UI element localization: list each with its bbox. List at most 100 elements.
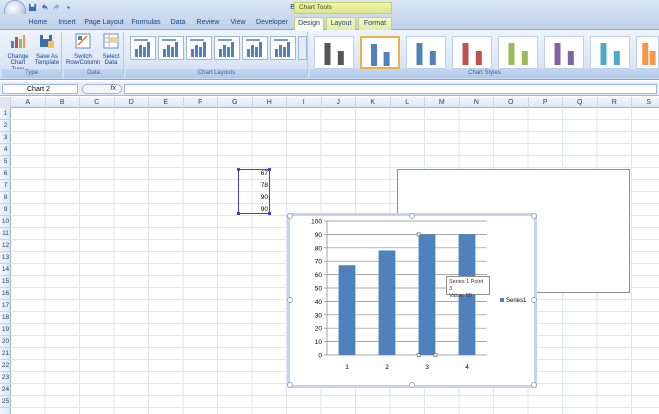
row-header-11[interactable]: 11 bbox=[0, 228, 11, 240]
row-header-25[interactable]: 25 bbox=[0, 396, 11, 408]
row-header-16[interactable]: 16 bbox=[0, 288, 11, 300]
column-header-r[interactable]: R bbox=[598, 97, 632, 108]
switch-row-column-button[interactable]: Switch Row/Column bbox=[66, 33, 100, 67]
chart-style-8[interactable] bbox=[636, 36, 659, 69]
tab-review[interactable]: Review bbox=[192, 17, 224, 30]
row-header-8[interactable]: 8 bbox=[0, 192, 11, 204]
chart-style-1[interactable] bbox=[314, 36, 354, 69]
chart-resize-handle[interactable] bbox=[287, 213, 293, 219]
tab-design[interactable]: Design bbox=[294, 17, 324, 30]
column-chart[interactable]: 0 10 20 30 40 50 60 70 80 90 100 1 2 3 4 Series1 Series… bbox=[287, 213, 537, 388]
row-header-12[interactable]: 12 bbox=[0, 240, 11, 252]
chart-layout-5[interactable] bbox=[242, 36, 268, 60]
column-header-f[interactable]: F bbox=[184, 97, 218, 108]
column-header-b[interactable]: B bbox=[46, 97, 80, 108]
change-chart-type-button[interactable]: Change Chart Type bbox=[4, 33, 32, 73]
tab-data[interactable]: Data bbox=[166, 17, 190, 30]
column-header-i[interactable]: I bbox=[287, 97, 322, 108]
row-header-17[interactable]: 17 bbox=[0, 300, 11, 312]
column-header-q[interactable]: Q bbox=[563, 97, 598, 108]
select-all-corner[interactable] bbox=[0, 97, 11, 108]
chart-resize-handle[interactable] bbox=[531, 213, 537, 219]
legend-entry-series1[interactable]: Series1 bbox=[506, 298, 527, 304]
chart-style-3[interactable] bbox=[406, 36, 446, 69]
row-header-23[interactable]: 23 bbox=[0, 372, 11, 384]
tab-developer[interactable]: Developer bbox=[252, 17, 292, 30]
chart-plot[interactable]: 0 10 20 30 40 50 60 70 80 90 100 1 2 3 4 Series1 bbox=[287, 213, 537, 388]
column-header-c[interactable]: C bbox=[80, 97, 115, 108]
chart-resize-handle[interactable] bbox=[287, 382, 293, 388]
row-header-3[interactable]: 3 bbox=[0, 132, 11, 144]
chart-resize-handle[interactable] bbox=[287, 297, 293, 303]
chart-style-5[interactable] bbox=[498, 36, 538, 69]
redo-icon[interactable] bbox=[52, 3, 61, 12]
tab-home[interactable]: Home bbox=[24, 17, 52, 30]
chart-layout-2[interactable] bbox=[158, 36, 184, 60]
column-header-n[interactable]: N bbox=[460, 97, 494, 108]
row-header-4[interactable]: 4 bbox=[0, 144, 11, 156]
column-header-s[interactable]: S bbox=[632, 97, 659, 108]
row-header-14[interactable]: 14 bbox=[0, 264, 11, 276]
select-data-button[interactable]: Select Data bbox=[100, 33, 122, 67]
bar-series1-point-1[interactable] bbox=[338, 265, 356, 355]
row-header-10[interactable]: 10 bbox=[0, 216, 11, 228]
row-header-9[interactable]: 9 bbox=[0, 204, 11, 216]
tab-page-layout[interactable]: Page Layout bbox=[82, 17, 126, 30]
bar-series1-point-2[interactable] bbox=[378, 250, 396, 355]
column-header-e[interactable]: E bbox=[149, 97, 184, 108]
column-header-m[interactable]: M bbox=[425, 97, 460, 108]
chart-layout-6[interactable] bbox=[270, 36, 296, 60]
tab-insert[interactable]: Insert bbox=[54, 17, 80, 30]
column-header-k[interactable]: K bbox=[356, 97, 391, 108]
row-header-7[interactable]: 7 bbox=[0, 180, 11, 192]
column-header-h[interactable]: H bbox=[253, 97, 287, 108]
customize-qat-icon[interactable] bbox=[64, 3, 73, 12]
chart-style-4[interactable] bbox=[452, 36, 492, 69]
selection-handle[interactable] bbox=[237, 212, 240, 215]
row-header-2[interactable]: 2 bbox=[0, 120, 11, 132]
row-header-20[interactable]: 20 bbox=[0, 336, 11, 348]
column-header-d[interactable]: D bbox=[115, 97, 149, 108]
chart-layout-3[interactable] bbox=[186, 36, 212, 60]
tab-layout[interactable]: Layout bbox=[326, 17, 356, 30]
save-as-template-button[interactable]: Save As Template bbox=[33, 33, 61, 67]
row-header-21[interactable]: 21 bbox=[0, 348, 11, 360]
bar-series1-point-3[interactable] bbox=[418, 234, 436, 355]
formula-input[interactable] bbox=[124, 84, 657, 94]
selected-range[interactable] bbox=[237, 168, 271, 215]
chart-style-6[interactable] bbox=[544, 36, 584, 69]
row-header-13[interactable]: 13 bbox=[0, 252, 11, 264]
chart-resize-handle[interactable] bbox=[409, 382, 415, 388]
row-header-18[interactable]: 18 bbox=[0, 312, 11, 324]
chart-layouts-scroll[interactable] bbox=[298, 36, 307, 60]
save-icon[interactable] bbox=[28, 3, 37, 12]
column-header-o[interactable]: O bbox=[494, 97, 529, 108]
chart-layout-1[interactable] bbox=[130, 36, 156, 60]
tab-formulas[interactable]: Formulas bbox=[128, 17, 164, 30]
chart-resize-handle[interactable] bbox=[531, 297, 537, 303]
selection-handle[interactable] bbox=[237, 168, 240, 171]
selection-handle[interactable] bbox=[268, 212, 271, 215]
row-header-24[interactable]: 24 bbox=[0, 384, 11, 396]
selection-handle[interactable] bbox=[268, 168, 271, 171]
row-header-6[interactable]: 6 bbox=[0, 168, 11, 180]
chart-style-7[interactable] bbox=[590, 36, 630, 69]
column-header-a[interactable]: A bbox=[11, 97, 46, 108]
chart-layout-4[interactable] bbox=[214, 36, 240, 60]
column-header-l[interactable]: L bbox=[391, 97, 425, 108]
tab-view[interactable]: View bbox=[226, 17, 250, 30]
column-header-g[interactable]: G bbox=[218, 97, 253, 108]
name-box[interactable]: Chart 2 bbox=[2, 84, 78, 94]
column-header-p[interactable]: P bbox=[529, 97, 563, 108]
fx-icon[interactable]: fx bbox=[111, 85, 116, 92]
row-header-19[interactable]: 19 bbox=[0, 324, 11, 336]
undo-icon[interactable] bbox=[40, 3, 49, 12]
row-header-5[interactable]: 5 bbox=[0, 156, 11, 168]
column-header-j[interactable]: J bbox=[322, 97, 356, 108]
row-header-15[interactable]: 15 bbox=[0, 276, 11, 288]
row-header-1[interactable]: 1 bbox=[0, 108, 11, 120]
chart-resize-handle[interactable] bbox=[531, 382, 537, 388]
row-header-22[interactable]: 22 bbox=[0, 360, 11, 372]
chart-style-2[interactable] bbox=[360, 36, 400, 69]
chart-resize-handle[interactable] bbox=[409, 213, 415, 219]
